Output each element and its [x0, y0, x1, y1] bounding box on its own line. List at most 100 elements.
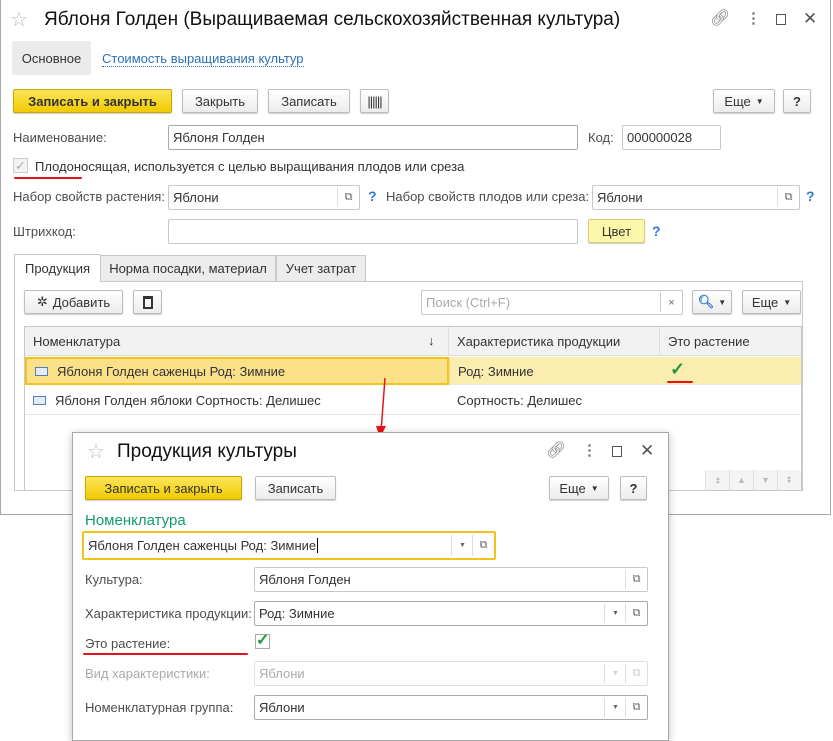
help-button[interactable]: ? [783, 89, 811, 113]
link-icon[interactable]: 🔗︎ [546, 443, 566, 459]
add-label: Добавить [52, 294, 111, 310]
column-header-is-plant[interactable]: Это растение [660, 327, 801, 356]
save-and-close-button[interactable]: Записать и закрыть [13, 89, 172, 113]
characteristic-type-value: Яблони [259, 666, 305, 681]
more-button[interactable]: Еще ▼ [713, 89, 775, 113]
sort-arrow-icon: ↓ [428, 333, 435, 348]
nomenclature-value: Яблоня Голден саженцы Род: Зимние [88, 538, 319, 553]
chevron-down-icon: ▼ [590, 483, 599, 493]
nomenclature-group-value: Яблони [259, 700, 305, 715]
help-icon[interactable]: ? [652, 223, 661, 239]
clear-search-icon[interactable]: × [660, 293, 682, 312]
barcode-input[interactable] [168, 219, 578, 244]
name-label: Наименование: [13, 130, 107, 145]
close-icon[interactable]: ✕ [640, 442, 654, 459]
red-underline-annotation [14, 177, 82, 179]
is-plant-label: Это растение: [85, 636, 171, 651]
column-header-nomenclature[interactable]: Номенклатура [25, 327, 449, 356]
open-icon[interactable]: ⧉ [625, 604, 647, 623]
dialog-help-button[interactable]: ? [620, 476, 647, 500]
more-dots-icon[interactable]: ⋮ [582, 443, 597, 458]
favorite-star-icon[interactable]: ☆ [87, 442, 105, 462]
dialog-more-button[interactable]: Еще ▼ [549, 476, 609, 500]
dropdown-icon[interactable]: ▼ [451, 535, 473, 556]
dropdown-icon[interactable]: ▼ [604, 698, 626, 717]
code-input[interactable]: 000000028 [622, 125, 721, 150]
color-button[interactable]: Цвет [588, 219, 645, 243]
close-button[interactable]: Закрыть [182, 89, 258, 113]
maximize-icon[interactable] [612, 446, 622, 457]
nomenclature-text: Яблоня Голден яблоки Сортность: Делишес [55, 393, 321, 408]
barcode-button[interactable]: |||||| [360, 89, 389, 113]
scroll-bottom-button[interactable]: ⏬︎ [777, 470, 801, 490]
fruit-props-label: Набор свойств плодов или среза: [386, 189, 590, 204]
magic-wand-icon: ✲ [36, 294, 48, 309]
add-button[interactable]: ✲ Добавить [24, 290, 123, 314]
tab-planting-norm[interactable]: Норма посадки, материал [100, 255, 276, 281]
characteristic-value: Род: Зимние [259, 606, 335, 621]
more-dots-icon[interactable]: ⋮ [746, 11, 761, 26]
nav-link-crop-cost[interactable]: Стоимость выращивания культур [102, 51, 304, 67]
characteristic-type-label: Вид характеристики: [85, 666, 210, 681]
table-more-button[interactable]: Еще ▼ [742, 290, 801, 314]
nomenclature-group-label: Номенклатурная группа: [85, 700, 234, 715]
nomenclature-input[interactable]: Яблоня Голден саженцы Род: Зимние ▼ ⧉ [82, 531, 496, 560]
window-title: Яблоня Голден (Выращиваемая сельскохозяй… [44, 9, 621, 30]
more-label: Еще [559, 480, 586, 496]
column-header-characteristic[interactable]: Характеристика продукции [449, 327, 660, 356]
row-characteristic-cell[interactable]: Род: Зимние [449, 357, 660, 385]
dialog-save-button[interactable]: Записать [255, 476, 336, 500]
search-button[interactable]: 🔍︎ ▼ [692, 290, 732, 314]
link-icon[interactable]: 🔗︎ [710, 11, 730, 27]
help-icon[interactable]: ? [368, 188, 377, 204]
tab-cost-accounting[interactable]: Учет затрат [276, 255, 366, 281]
fruit-bearing-label: Плодоносящая, используется с целью выращ… [35, 159, 464, 174]
favorite-star-icon[interactable]: ☆ [10, 10, 28, 30]
chevron-down-icon: ▼ [783, 297, 792, 307]
row-is-plant-check-icon[interactable]: ✓ [662, 355, 685, 383]
trash-icon [142, 295, 153, 309]
fruit-bearing-description: , используется с целью выращивания плодо… [126, 159, 465, 174]
scroll-up-button[interactable]: ▲ [729, 470, 753, 490]
dialog-title: Продукция культуры [117, 441, 297, 462]
open-icon[interactable]: ⧉ [777, 188, 799, 207]
maximize-icon[interactable] [776, 14, 786, 25]
open-icon[interactable]: ⧉ [337, 188, 359, 207]
red-underline-annotation [667, 381, 693, 383]
save-button[interactable]: Записать [268, 89, 350, 113]
nomenclature-group-input[interactable]: Яблони ▼ ⧉ [254, 695, 648, 720]
fruit-props-input[interactable]: Яблони ⧉ [592, 185, 800, 210]
nomenclature-heading: Номенклатура [85, 512, 186, 529]
search-icon: 🔍︎ [697, 294, 715, 309]
characteristic-input[interactable]: Род: Зимние ▼ ⧉ [254, 601, 648, 626]
code-label: Код: [588, 130, 614, 145]
barcode-icon: |||||| [367, 93, 382, 109]
is-plant-checkbox[interactable]: ✓ [255, 633, 270, 649]
more-label: Еще [751, 294, 779, 310]
nav-main[interactable]: Основное [12, 41, 91, 75]
scroll-top-button[interactable]: ⏫︎ [705, 470, 729, 490]
tab-products[interactable]: Продукция [14, 254, 101, 282]
search-placeholder: Поиск (Ctrl+F) [426, 295, 511, 310]
plant-props-input[interactable]: Яблони ⧉ [168, 185, 360, 210]
barcode-label: Штрихкод: [13, 224, 76, 239]
close-icon[interactable]: ✕ [803, 10, 817, 27]
fruit-bearing-checkbox[interactable]: ✓ [13, 158, 28, 173]
row-characteristic-cell[interactable]: Сортность: Делишес [449, 386, 660, 415]
delete-button[interactable] [133, 290, 162, 314]
red-underline-annotation [83, 653, 248, 655]
dialog-save-and-close-button[interactable]: Записать и закрыть [85, 476, 242, 500]
item-icon [35, 366, 48, 376]
dropdown-icon[interactable]: ▼ [604, 604, 626, 623]
culture-input[interactable]: Яблоня Голден ⧉ [254, 567, 648, 592]
open-icon[interactable]: ⧉ [625, 570, 647, 589]
nomenclature-text: Яблоня Голден саженцы Род: Зимние [57, 363, 286, 379]
open-icon[interactable]: ⧉ [625, 698, 647, 717]
open-icon[interactable]: ⧉ [472, 535, 494, 556]
help-icon[interactable]: ? [806, 188, 815, 204]
scroll-down-button[interactable]: ▼ [753, 470, 777, 490]
dropdown-icon: ▼ [604, 664, 626, 683]
name-input[interactable]: Яблоня Голден [168, 125, 578, 150]
search-input[interactable]: Поиск (Ctrl+F) × [421, 290, 683, 315]
row-is-plant-cell[interactable] [660, 386, 801, 415]
